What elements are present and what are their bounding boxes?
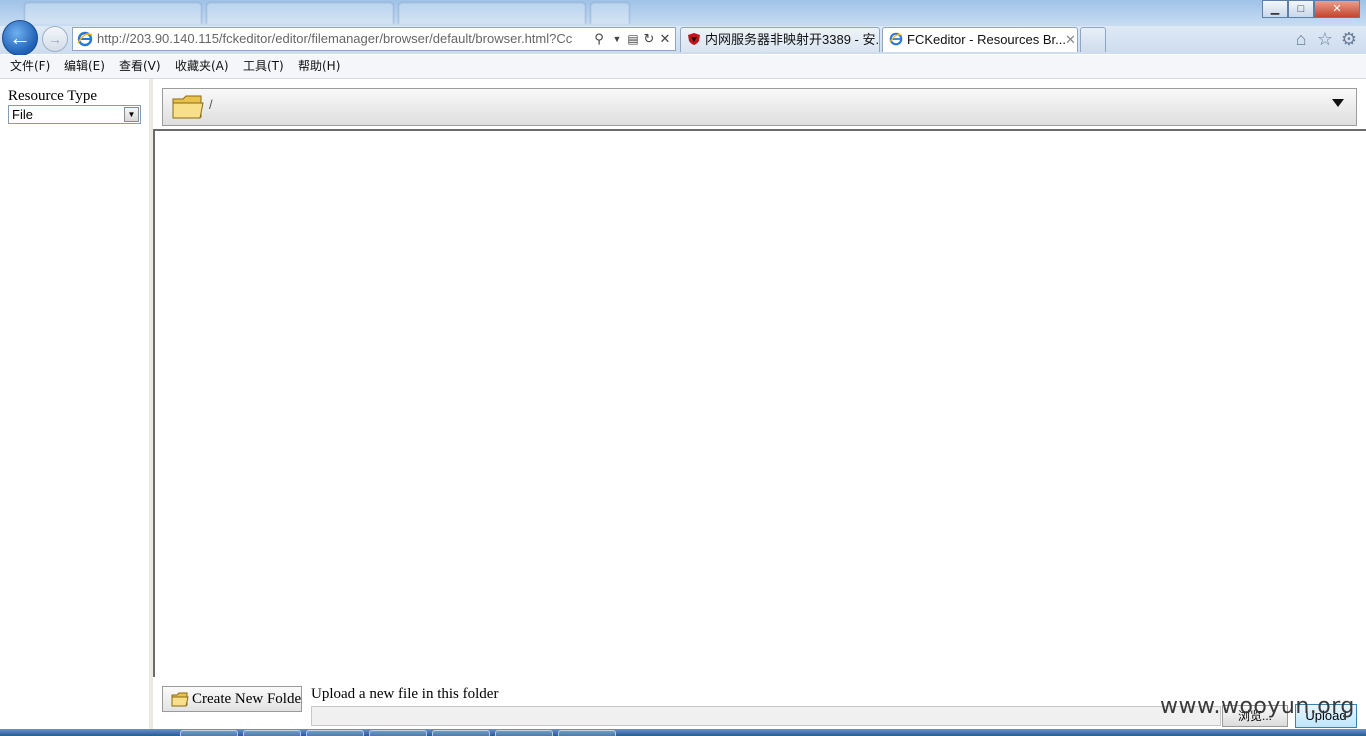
taskbar-item[interactable] bbox=[243, 730, 301, 736]
taskbar-item[interactable] bbox=[306, 730, 364, 736]
tab-label: FCKeditor - Resources Br... bbox=[907, 32, 1066, 47]
tab-fckeditor[interactable]: FCKeditor - Resources Br... ✕ bbox=[882, 27, 1078, 52]
current-folder-bar[interactable]: / bbox=[162, 88, 1357, 126]
compatibility-view-icon[interactable]: ▤ bbox=[625, 30, 641, 48]
background-tab[interactable] bbox=[398, 2, 586, 24]
taskbar-item[interactable] bbox=[180, 730, 238, 736]
search-icon[interactable]: ⚲ bbox=[591, 30, 607, 48]
new-tab-button[interactable] bbox=[1080, 27, 1106, 52]
watermark: www.wooyun.org bbox=[1160, 694, 1355, 719]
menu-bar: 文件(F) 编辑(E) 查看(V) 收藏夹(A) 工具(T) 帮助(H) bbox=[0, 55, 1366, 79]
file-list-area[interactable] bbox=[153, 129, 1366, 677]
close-tab-icon[interactable]: ✕ bbox=[1065, 28, 1076, 52]
address-input[interactable]: http://203.90.140.115/fckeditor/editor/f… bbox=[97, 28, 587, 50]
tab-label: 内网服务器非映射开3389 - 安... bbox=[705, 32, 880, 47]
title-bar: ▁ □ ✕ bbox=[0, 0, 1366, 26]
background-tab[interactable] bbox=[206, 2, 394, 24]
star-icon[interactable]: ☆ bbox=[1314, 28, 1336, 50]
upload-label: Upload a new file in this folder bbox=[311, 686, 499, 702]
arrow-left-icon: ← bbox=[9, 25, 31, 50]
taskbar-item[interactable] bbox=[558, 730, 616, 736]
ie-logo-icon bbox=[77, 31, 93, 47]
resource-type-select[interactable]: File ▼ bbox=[8, 105, 141, 124]
maximize-button[interactable]: □ bbox=[1288, 0, 1314, 18]
resource-type-value: File bbox=[12, 107, 33, 122]
minimize-button[interactable]: ▁ bbox=[1262, 0, 1288, 18]
create-new-folder-label: Create New Folder bbox=[192, 691, 302, 707]
menu-tools[interactable]: 工具(T) bbox=[243, 55, 284, 78]
ie-logo-icon bbox=[889, 32, 903, 46]
background-tab[interactable] bbox=[590, 2, 630, 24]
taskbar-item[interactable] bbox=[495, 730, 553, 736]
menu-help[interactable]: 帮助(H) bbox=[298, 55, 340, 78]
background-tab[interactable] bbox=[24, 2, 202, 24]
home-icon[interactable]: ⌂ bbox=[1290, 28, 1312, 50]
taskbar bbox=[0, 729, 1366, 736]
file-input[interactable] bbox=[311, 706, 1221, 726]
back-button[interactable]: ← bbox=[2, 20, 38, 56]
arrow-right-icon: → bbox=[48, 31, 62, 47]
address-bar[interactable]: http://203.90.140.115/fckeditor/editor/f… bbox=[72, 27, 676, 51]
chevron-down-icon[interactable] bbox=[1332, 99, 1344, 107]
folder-icon bbox=[171, 692, 189, 707]
resource-type-frame bbox=[0, 79, 149, 729]
taskbar-item[interactable] bbox=[369, 730, 427, 736]
refresh-icon[interactable]: ↻ bbox=[641, 30, 657, 48]
menu-file[interactable]: 文件(F) bbox=[10, 55, 50, 78]
folder-icon bbox=[172, 95, 204, 119]
tab-intranet-server[interactable]: 内网服务器非映射开3389 - 安... bbox=[680, 27, 880, 52]
taskbar-item[interactable] bbox=[432, 730, 490, 736]
stop-icon[interactable]: ✕ bbox=[657, 30, 673, 48]
chevron-down-icon[interactable]: ▼ bbox=[609, 30, 625, 48]
close-window-button[interactable]: ✕ bbox=[1314, 0, 1360, 18]
menu-favorites[interactable]: 收藏夹(A) bbox=[175, 55, 229, 78]
menu-edit[interactable]: 编辑(E) bbox=[64, 55, 105, 78]
create-new-folder-button[interactable]: Create New Folder bbox=[162, 686, 302, 712]
chevron-down-icon[interactable]: ▼ bbox=[124, 107, 139, 122]
shield-icon bbox=[688, 33, 700, 45]
folder-path: / bbox=[209, 97, 213, 112]
menu-view[interactable]: 查看(V) bbox=[119, 55, 161, 78]
resource-type-label: Resource Type bbox=[8, 88, 98, 104]
forward-button[interactable]: → bbox=[42, 26, 68, 52]
gear-icon[interactable]: ⚙ bbox=[1338, 28, 1360, 50]
